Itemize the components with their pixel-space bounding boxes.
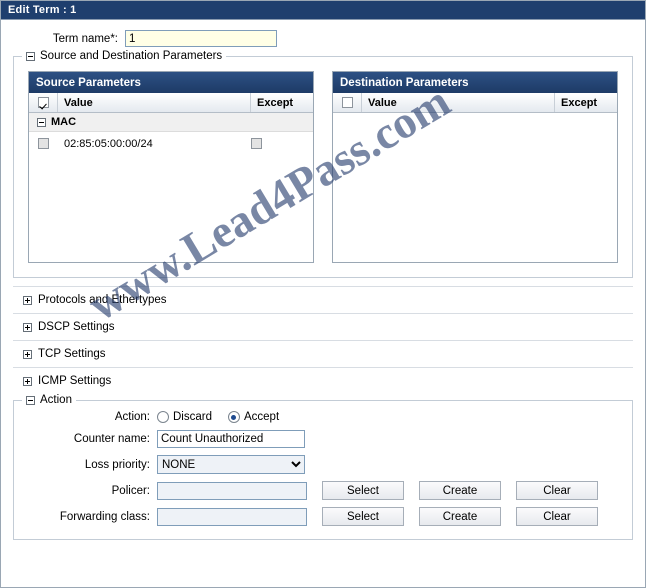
forwarding-class-row: Forwarding class: Select Create Clear xyxy=(14,507,632,526)
source-row-except-checkbox[interactable] xyxy=(251,138,262,149)
loss-priority-label: Loss priority: xyxy=(84,458,150,471)
counter-name-row: Counter name: xyxy=(14,430,632,448)
source-parameters-column-headers: Value Except xyxy=(29,93,313,113)
destination-parameters-body xyxy=(333,113,617,262)
source-select-all-checkbox[interactable] xyxy=(37,97,49,108)
loss-priority-select[interactable]: NONE xyxy=(157,455,305,474)
source-select-all-cell[interactable] xyxy=(29,93,58,112)
action-group-label: Action xyxy=(40,394,72,406)
source-group-row[interactable]: MAC xyxy=(29,113,313,132)
section-label: DSCP Settings xyxy=(38,321,115,333)
source-dest-group-title[interactable]: Source and Destination Parameters xyxy=(22,50,227,62)
forwarding-class-buttons: Select Create Clear xyxy=(322,507,598,526)
table-row[interactable]: 02:85:05:00:00/24 xyxy=(29,132,313,155)
source-parameters-table: Source Parameters Value Except MAC 02:85… xyxy=(28,71,314,263)
destination-parameters-title: Destination Parameters xyxy=(333,72,617,93)
expand-plus-icon[interactable] xyxy=(23,322,32,332)
destination-select-all-cell[interactable] xyxy=(333,93,362,112)
destination-parameters-table: Destination Parameters Value Except xyxy=(332,71,618,263)
forwarding-class-create-button[interactable]: Create xyxy=(419,507,501,526)
source-dest-group-label: Source and Destination Parameters xyxy=(40,50,223,62)
section-label: TCP Settings xyxy=(38,348,106,360)
window-titlebar: Edit Term : 1 xyxy=(1,1,645,20)
window-content: Term name*: Source and Destination Param… xyxy=(1,20,645,540)
section-tcp-settings[interactable]: TCP Settings xyxy=(13,340,633,367)
policer-select-button[interactable]: Select xyxy=(322,481,404,500)
window-title: Edit Term : 1 xyxy=(8,4,77,16)
policer-input[interactable] xyxy=(157,481,307,500)
section-dscp-settings[interactable]: DSCP Settings xyxy=(13,313,633,340)
section-icmp-settings[interactable]: ICMP Settings xyxy=(13,367,633,394)
group-collapse-minus-icon[interactable] xyxy=(37,117,46,127)
destination-parameters-column-headers: Value Except xyxy=(333,93,617,113)
term-name-row: Term name*: xyxy=(13,30,633,47)
term-name-label: Term name*: xyxy=(52,32,118,45)
action-group: Action Action: Discard Accept Counter na… xyxy=(13,394,633,540)
destination-except-column-header[interactable]: Except xyxy=(555,93,617,112)
source-row-value: 02:85:05:00:00/24 xyxy=(64,137,153,150)
source-value-column-header[interactable]: Value xyxy=(58,93,251,112)
expand-plus-icon[interactable] xyxy=(23,349,32,359)
collapse-minus-icon[interactable] xyxy=(26,395,35,405)
action-radio-row: Action: Discard Accept xyxy=(14,411,632,423)
forwarding-class-select-button[interactable]: Select xyxy=(322,507,404,526)
section-label: Protocols and Ethertypes xyxy=(38,294,167,306)
forwarding-class-input[interactable] xyxy=(157,507,307,526)
policer-create-button[interactable]: Create xyxy=(419,481,501,500)
policer-buttons: Select Create Clear xyxy=(322,481,598,500)
policer-label: Policer: xyxy=(111,484,150,497)
action-discard-radio[interactable] xyxy=(157,411,169,423)
counter-name-input[interactable] xyxy=(157,430,305,448)
source-parameters-body: MAC 02:85:05:00:00/24 xyxy=(29,113,313,262)
parameters-tables: Source Parameters Value Except MAC 02:85… xyxy=(14,57,632,277)
policer-clear-button[interactable]: Clear xyxy=(516,481,598,500)
destination-select-all-checkbox[interactable] xyxy=(341,97,353,108)
source-dest-group: Source and Destination Parameters Source… xyxy=(13,50,633,278)
source-group-label: MAC xyxy=(51,116,77,128)
action-accept-label[interactable]: Accept xyxy=(244,411,279,423)
loss-priority-row: Loss priority: NONE xyxy=(14,455,632,474)
section-label: ICMP Settings xyxy=(38,375,112,387)
policer-row: Policer: Select Create Clear xyxy=(14,481,632,500)
action-accept-radio[interactable] xyxy=(227,411,240,423)
action-group-title[interactable]: Action xyxy=(22,394,76,406)
term-name-input[interactable] xyxy=(125,30,277,47)
action-body: Action: Discard Accept Counter name: Los… xyxy=(14,401,632,536)
expand-plus-icon[interactable] xyxy=(23,295,32,305)
edit-term-window: Edit Term : 1 Term name*: Source and Des… xyxy=(0,0,646,588)
expand-plus-icon[interactable] xyxy=(23,376,32,386)
counter-name-label: Counter name: xyxy=(73,433,150,445)
source-except-column-header[interactable]: Except xyxy=(251,93,313,112)
action-label: Action: xyxy=(114,411,150,423)
source-row-except-cell[interactable] xyxy=(247,138,313,149)
collapse-minus-icon[interactable] xyxy=(26,51,35,61)
destination-value-column-header[interactable]: Value xyxy=(362,93,555,112)
forwarding-class-clear-button[interactable]: Clear xyxy=(516,507,598,526)
source-row-select-cell[interactable] xyxy=(29,138,58,149)
section-protocols-and-ethertypes[interactable]: Protocols and Ethertypes xyxy=(13,286,633,313)
action-discard-label[interactable]: Discard xyxy=(173,411,212,423)
source-parameters-title: Source Parameters xyxy=(29,72,313,93)
forwarding-class-label: Forwarding class: xyxy=(59,510,150,523)
source-row-checkbox[interactable] xyxy=(38,138,49,149)
